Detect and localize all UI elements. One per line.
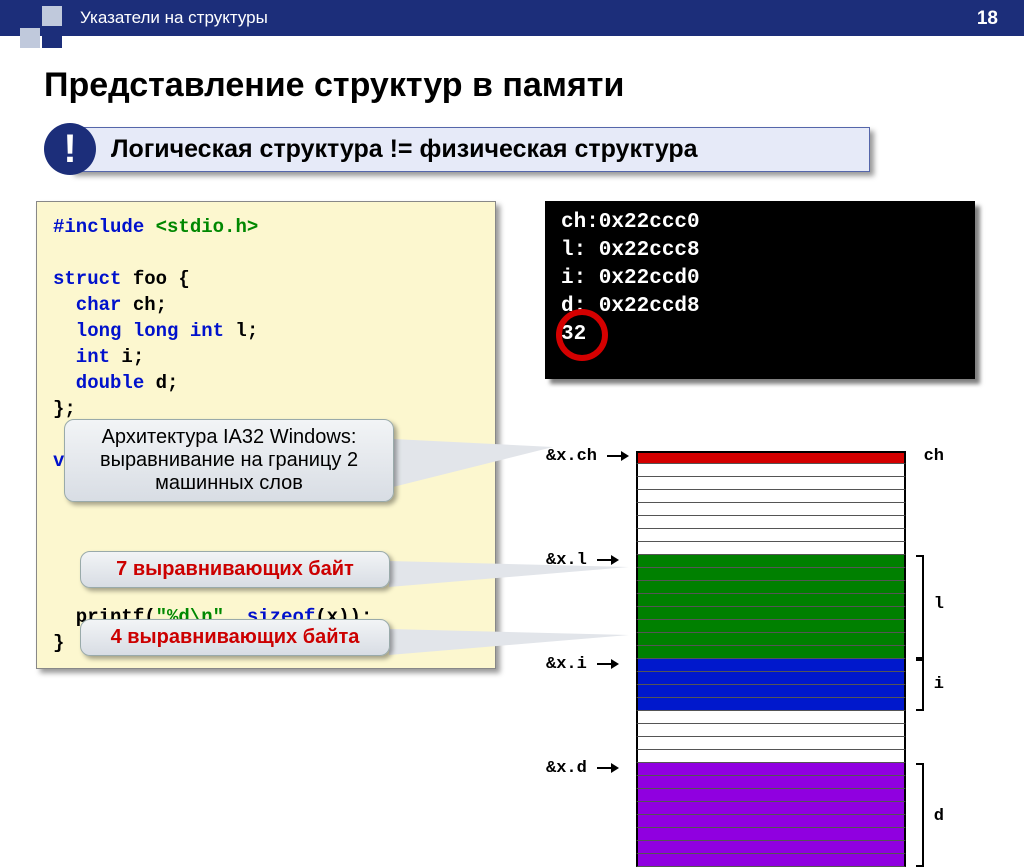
mem-ptr-l: &x.l — [546, 551, 587, 570]
mem-ptr-d: &x.d — [546, 759, 587, 778]
breadcrumb: Указатели на структуры — [80, 8, 268, 28]
logo — [20, 6, 60, 46]
mem-ptr-i: &x.i — [546, 655, 587, 674]
callout-padding-4: 4 выравнивающих байта — [80, 619, 390, 656]
mem-name-l: l — [934, 595, 944, 614]
highlight-circle — [556, 309, 608, 361]
bracket-i — [916, 659, 924, 711]
callout-architecture: Архитектура IA32 Windows: выравнивание н… — [64, 419, 394, 502]
callout-tail — [393, 439, 553, 487]
mem-name-ch: ch — [924, 447, 944, 466]
memory-diagram: &x.ch &x.l &x.i &x.d ch l i d — [636, 451, 906, 867]
mem-name-i: i — [934, 675, 944, 694]
alert-icon: ! — [44, 123, 96, 175]
terminal-output: ch:0x22ccc0 l: 0x22ccc8 i: 0x22ccd0 d: 0… — [545, 201, 975, 379]
alert-text: Логическая структура != физическая струк… — [70, 127, 870, 172]
page-title: Представление структур в памяти — [44, 66, 1024, 105]
bracket-d — [916, 763, 924, 867]
callout-tail — [389, 629, 629, 655]
mem-ptr-ch: &x.ch — [546, 447, 597, 466]
callout-padding-7: 7 выравнивающих байт — [80, 551, 390, 588]
mem-name-d: d — [934, 807, 944, 826]
callout-tail — [389, 561, 629, 587]
page-number: 18 — [977, 8, 998, 30]
bracket-l — [916, 555, 924, 659]
